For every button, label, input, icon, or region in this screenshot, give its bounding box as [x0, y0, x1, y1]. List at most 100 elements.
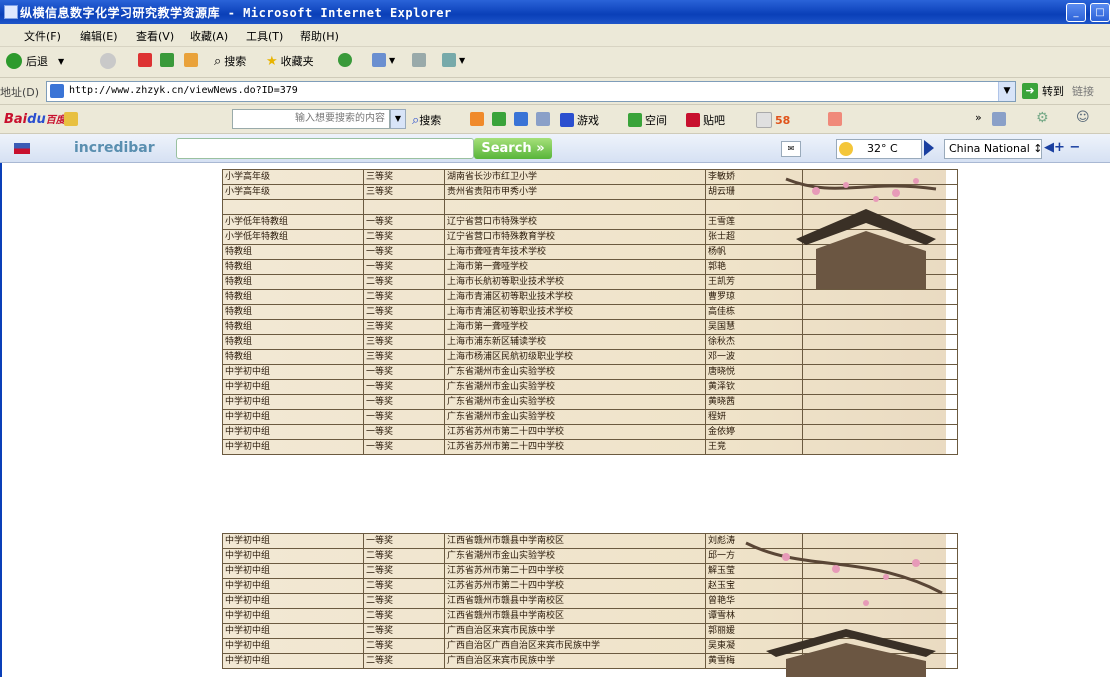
table-cell: 二等奖 [363, 623, 445, 639]
table-cell: 中学初中组 [222, 364, 364, 380]
incredibar-search-button[interactable]: Search » [474, 138, 552, 159]
table-cell: 二等奖 [363, 593, 445, 609]
volume-control[interactable]: ◀+ − [1044, 140, 1080, 155]
table-cell: 小学低年特教组 [222, 214, 364, 230]
media-button[interactable] [338, 53, 352, 67]
baidu-tieba-button[interactable]: 贴吧 [686, 112, 725, 128]
table-cell: 江西省赣州市赣县中学南校区 [444, 593, 706, 609]
baidu-settings-icon[interactable] [64, 112, 78, 126]
back-arrow-icon [6, 53, 22, 69]
table-cell: 二等奖 [363, 289, 445, 305]
app-icon[interactable] [470, 112, 484, 126]
table-cell [802, 289, 958, 305]
baidu-search-label: 搜索 [419, 114, 442, 127]
table-cell [363, 199, 445, 215]
gear-icon[interactable]: ⚙ [1036, 110, 1049, 126]
favorites-button[interactable]: ★ 收藏夹 [266, 53, 314, 69]
menu-edit[interactable]: 编辑(E) [80, 28, 118, 44]
table-row: 特教组 一等奖 上海市第一聋哑学校 郭艳 [222, 259, 958, 275]
baidu-tieba-label: 贴吧 [703, 114, 725, 127]
table-cell: 中学初中组 [222, 653, 364, 669]
home-button[interactable] [184, 53, 201, 67]
table-cell: 中学初中组 [222, 424, 364, 440]
table-cell: 高佳栋 [705, 304, 803, 320]
mail-button[interactable]: ▼ [372, 53, 395, 67]
incredibar-search-input[interactable] [176, 138, 474, 159]
play-icon[interactable] [924, 140, 934, 156]
baidu-space-button[interactable]: 空间 [628, 112, 667, 128]
table-cell: 杨帆 [705, 244, 803, 260]
baidu-count-button[interactable]: 58 [756, 112, 790, 128]
table-cell [802, 184, 958, 200]
menu-icon[interactable] [992, 112, 1006, 126]
back-button[interactable]: 后退 ▼ [6, 53, 64, 69]
table-cell: 一等奖 [363, 424, 445, 440]
table-cell: 曾艳华 [705, 593, 803, 609]
forward-button[interactable] [100, 53, 116, 69]
table-cell: 程妍 [705, 409, 803, 425]
table-row: 小学高年级 三等奖 湖南省长沙市红卫小学 李敏娇 [222, 169, 958, 185]
search-button[interactable]: ⌕ 搜索 [214, 53, 246, 69]
maximize-button[interactable]: □ [1090, 3, 1110, 22]
menu-tools[interactable]: 工具(T) [246, 28, 283, 44]
chevron-down-icon[interactable]: ▼ [998, 82, 1015, 101]
table-row: 中学初中组 一等奖 广东省潮州市金山实验学校 黄晓茜 [222, 394, 958, 410]
search-label: 搜索 [224, 55, 247, 68]
edit-button[interactable]: ▼ [442, 53, 465, 67]
incredibar-search-label: Search [481, 141, 532, 156]
favorites-label: 收藏夹 [280, 55, 314, 68]
refresh-button[interactable] [160, 53, 177, 67]
table-row [222, 199, 958, 215]
more-icon[interactable]: » [975, 111, 982, 124]
address-input[interactable]: http://www.zhzyk.cn/viewNews.do?ID=379 ▼ [46, 81, 1016, 102]
menu-file[interactable]: 文件(F) [24, 28, 61, 44]
baidu-game-button[interactable]: 游戏 [560, 112, 599, 128]
baidu-logo[interactable]: Baidu百度 [4, 111, 66, 127]
table-cell [802, 638, 958, 654]
page-content: 小学高年级 三等奖 湖南省长沙市红卫小学 李敏娇 小学高年级 三等奖 贵州省贵阳市甲秀小学胡… [0, 163, 1110, 677]
table-cell [802, 214, 958, 230]
table-row: 中学初中组 一等奖 广东省潮州市金山实验学校 唐晓悦 [222, 364, 958, 380]
table-row: 中学初中组 一等奖 江苏省苏州市第二十四中学校 王竞 [222, 439, 958, 455]
baidu-search-button[interactable]: ⌕ 搜索 [412, 112, 441, 128]
table-cell [802, 259, 958, 275]
table-cell: 吴東凝 [705, 638, 803, 654]
incredibar-logo[interactable]: incredibar [74, 140, 155, 156]
flag-icon[interactable] [14, 143, 30, 154]
table-cell: 中学初中组 [222, 563, 364, 579]
table-cell [802, 199, 958, 215]
minimize-button[interactable]: _ [1066, 3, 1086, 22]
chevron-down-icon[interactable]: ▼ [390, 109, 406, 129]
menu-help[interactable]: 帮助(H) [300, 28, 339, 44]
app-icon[interactable] [536, 112, 550, 126]
menu-view[interactable]: 查看(V) [136, 28, 174, 44]
table-cell: 王竞 [705, 439, 803, 455]
table-row: 特教组 一等奖 上海市聋哑青年技术学校 杨帆 [222, 244, 958, 260]
baidu-logo-a: Bai [4, 112, 28, 127]
links-label[interactable]: 链接 [1072, 83, 1094, 99]
table-cell [802, 563, 958, 579]
table-cell: 二等奖 [363, 274, 445, 290]
app-icon[interactable] [828, 112, 842, 126]
table-cell: 中学初中组 [222, 548, 364, 564]
table-cell [802, 439, 958, 455]
chevron-down-icon: ▼ [58, 56, 65, 66]
print-button[interactable] [412, 53, 429, 67]
table-cell: 辽宁省营口市特殊教育学校 [444, 229, 706, 245]
table-cell: 上海市长航初等职业技术学校 [444, 274, 706, 290]
app-icon[interactable] [492, 112, 506, 126]
table-cell: 三等奖 [363, 349, 445, 365]
table-cell: 广西自治区来宾市民族中学 [444, 623, 706, 639]
menu-favorites[interactable]: 收藏(A) [190, 28, 228, 44]
mail-icon[interactable]: ✉ [781, 141, 801, 157]
table-cell: 邱一方 [705, 548, 803, 564]
weather-widget[interactable]: 32° C [836, 139, 922, 159]
radio-channel-select[interactable]: China National ↕ [944, 139, 1042, 159]
go-button[interactable]: ➜ 转到 链接 [1022, 83, 1094, 99]
baidu-search-input[interactable]: 输入想要搜索的内容 [232, 109, 390, 129]
app-icon[interactable] [514, 112, 528, 126]
stop-button[interactable] [138, 53, 155, 67]
table-cell: 二等奖 [363, 638, 445, 654]
user-icon[interactable]: ☺ [1076, 110, 1090, 125]
table-cell: 广东省潮州市金山实验学校 [444, 379, 706, 395]
